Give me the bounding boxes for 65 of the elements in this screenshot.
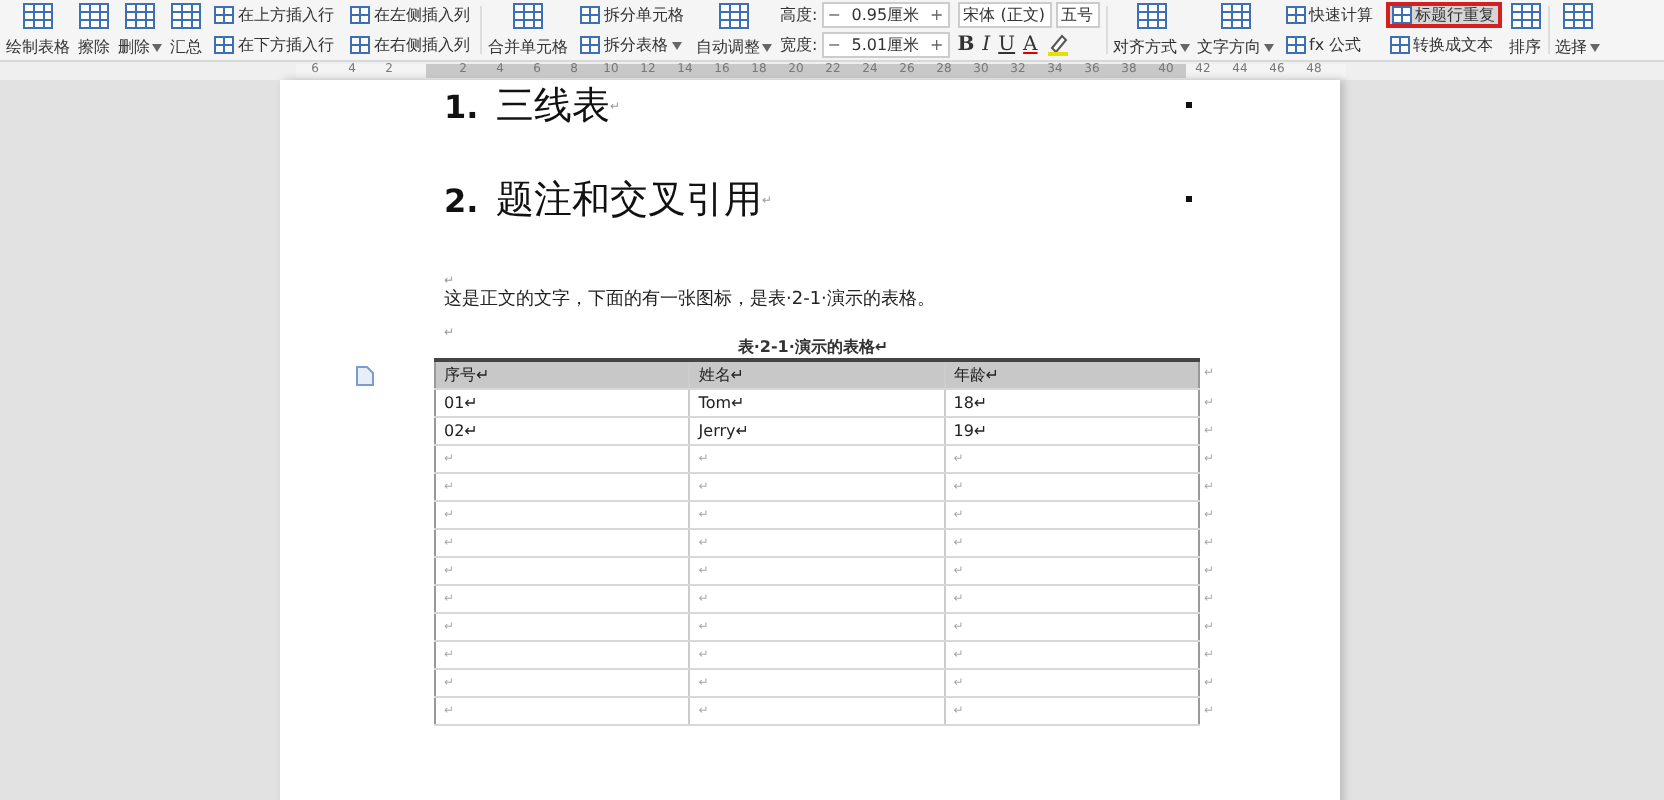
table-icon: [214, 6, 234, 24]
caret-icon: [672, 41, 682, 49]
ribbon-button[interactable]: 文字方向: [1195, 0, 1275, 60]
ribbon-button[interactable]: 标题行重复: [1385, 2, 1501, 28]
ribbon-button[interactable]: 在左侧插入列: [346, 2, 474, 28]
table-cell: 19↵: [944, 417, 1200, 445]
number-field[interactable]: − 5.01厘米 +: [821, 32, 950, 58]
font-size-dropdown[interactable]: 五号: [1055, 2, 1099, 28]
table-icon: [214, 36, 234, 54]
ribbon-button[interactable]: 拆分表格: [576, 32, 688, 58]
caret-icon: [762, 43, 772, 51]
ribbon-button[interactable]: 删除: [116, 0, 164, 60]
ribbon-button[interactable]: 转换成文本: [1385, 32, 1501, 58]
ribbon-button[interactable]: 拆分单元格: [576, 2, 688, 28]
ribbon-button[interactable]: 排序: [1507, 0, 1543, 60]
column-header: 年龄↵: [944, 360, 1200, 389]
table-icon: [350, 6, 370, 24]
table-cell: Tom↵: [689, 389, 945, 417]
ribbon-button[interactable]: 汇总: [168, 0, 204, 60]
caret-icon: [1589, 43, 1599, 51]
table-icon: [1391, 6, 1411, 24]
table-icon: [350, 36, 370, 54]
caret-icon: [152, 43, 162, 51]
table-cell: 02↵: [435, 417, 690, 445]
document-icon: [356, 366, 374, 386]
ribbon-button[interactable]: 合并单元格: [486, 0, 570, 60]
font-dropdown[interactable]: 宋体 (正文): [957, 2, 1051, 28]
ribbon-button[interactable]: 在下方插入行: [210, 32, 338, 58]
table-caption: 表·2-1·演示的表格↵: [737, 338, 889, 356]
table-icon: [1285, 36, 1305, 54]
caret-icon: [1263, 43, 1273, 51]
heading-number: 2.: [444, 181, 481, 219]
heading-text: 三线表: [496, 82, 610, 132]
field-label: 宽度:: [780, 34, 818, 56]
format-button[interactable]: B: [957, 34, 975, 56]
table-cell: 01↵: [435, 389, 690, 417]
heading-number: 1.: [444, 87, 481, 125]
table-icon: [1389, 36, 1409, 54]
ribbon-button[interactable]: 选择: [1553, 0, 1601, 60]
format-button[interactable]: A: [1023, 34, 1038, 56]
table-cell: 18↵: [944, 389, 1200, 417]
heading-text: 题注和交叉引用: [496, 176, 762, 226]
table-icon: [580, 36, 600, 54]
column-header: 序号↵: [435, 360, 690, 389]
number-field[interactable]: − 0.95厘米 +: [821, 2, 950, 28]
highlighter-icon[interactable]: [1045, 34, 1070, 56]
column-header: 姓名↵: [689, 360, 945, 389]
format-button[interactable]: U: [998, 34, 1016, 56]
table-icon: [1285, 6, 1305, 24]
ribbon-button[interactable]: 在右侧插入列: [346, 32, 474, 58]
caret-icon: [1179, 43, 1189, 51]
table-icon: [580, 6, 600, 24]
format-mark-icon: [1186, 196, 1192, 202]
ribbon-button[interactable]: 在上方插入行: [210, 2, 338, 28]
format-button[interactable]: I: [982, 34, 991, 56]
ribbon-button[interactable]: 快速计算: [1281, 2, 1377, 28]
ribbon-button[interactable]: 擦除: [76, 0, 112, 60]
format-mark-icon: [1186, 102, 1192, 108]
body-text: 这是正文的文字，下面的有一张图标，是表·2-1·演示的表格。: [444, 287, 935, 314]
table-cell: Jerry↵: [689, 417, 945, 445]
ribbon-button[interactable]: fx 公式: [1281, 32, 1377, 58]
ribbon-button[interactable]: 对齐方式: [1111, 0, 1191, 60]
field-label: 高度:: [780, 4, 818, 26]
ribbon-button[interactable]: 绘制表格: [4, 0, 72, 60]
ribbon-button[interactable]: 自动调整: [694, 0, 774, 60]
